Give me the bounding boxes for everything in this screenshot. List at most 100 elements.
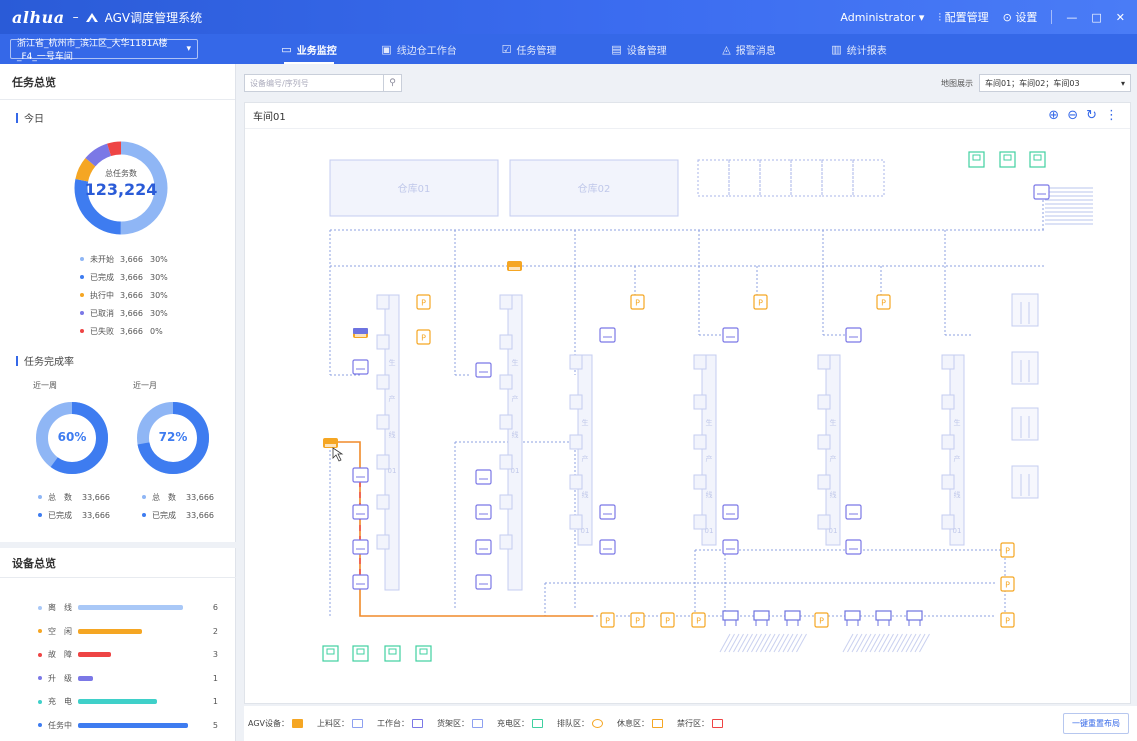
- shelf-area-icon[interactable]: [844, 610, 861, 621]
- workbench-icon[interactable]: [845, 504, 862, 520]
- shelf-char: 01: [581, 527, 590, 535]
- search-icon[interactable]: ⚲: [383, 75, 401, 91]
- path-line: [874, 633, 885, 653]
- rest-area-icon-glyph: P: [1005, 581, 1010, 590]
- rest-area-icon-glyph: P: [421, 299, 426, 308]
- completion-rate-title: 任务完成率: [0, 353, 74, 368]
- shelf-area-icon[interactable]: [722, 610, 739, 621]
- app-name: AGV调度管理系统: [104, 10, 203, 25]
- legend-dot: [38, 629, 42, 634]
- device-status-row: 升 级 1: [38, 667, 218, 691]
- zoom-in-icon[interactable]: ⊕: [1048, 108, 1059, 123]
- search-input[interactable]: 设备编号/序列号: [250, 78, 309, 89]
- status-count: 3,666: [120, 326, 143, 336]
- shelf-area-icon[interactable]: [753, 610, 770, 621]
- workbench-icon[interactable]: [352, 574, 369, 590]
- config-button[interactable]: ⫶ 配置管理: [938, 9, 988, 25]
- tab-chart[interactable]: ▥ 统计报表: [804, 34, 914, 64]
- tab-workstation[interactable]: ▣ 线边仓工作台: [364, 34, 474, 64]
- workbench-icon[interactable]: [845, 539, 862, 555]
- chevron-down-icon: ▾: [186, 44, 191, 54]
- map-select[interactable]: 车间01；车间02；车间03 ▾: [979, 74, 1131, 92]
- tab-task[interactable]: ☑ 任务管理: [474, 34, 584, 64]
- device-status-label: 故 障: [48, 650, 72, 660]
- status-pct: 0%: [150, 326, 163, 336]
- device-status-label: 空 闲: [48, 626, 72, 636]
- elevator-icon: [1011, 465, 1039, 499]
- legend-label: 禁行区：: [677, 719, 710, 728]
- status-label: 已失败: [90, 326, 114, 336]
- zoom-out-icon[interactable]: ⊖: [1067, 108, 1078, 123]
- workbench-icon[interactable]: [475, 539, 492, 555]
- tab-device[interactable]: ▤ 设备管理: [584, 34, 694, 64]
- more-icon[interactable]: ⋮: [1105, 108, 1118, 123]
- refresh-icon[interactable]: ↻: [1086, 108, 1097, 123]
- workbench-icon[interactable]: [352, 359, 369, 375]
- shelf-slot: [499, 374, 513, 390]
- workbench-icon[interactable]: [845, 327, 862, 343]
- workbench-icon[interactable]: [599, 504, 616, 520]
- workbench-icon[interactable]: [352, 467, 369, 483]
- legend-item: 排队区：: [557, 718, 604, 729]
- shelf-area-icon[interactable]: [784, 610, 801, 621]
- device-status-label: 任务中: [48, 720, 72, 730]
- device-status-count: 6: [212, 603, 218, 613]
- workbench-icon[interactable]: [475, 362, 492, 378]
- device-status-fill: [78, 652, 111, 658]
- shelf-area-icon[interactable]: [875, 610, 892, 621]
- minimize-icon[interactable]: —: [1066, 11, 1077, 24]
- legend-label: AGV设备：: [248, 719, 290, 728]
- workbench-icon[interactable]: [475, 504, 492, 520]
- workbench-icon[interactable]: [722, 539, 739, 555]
- shelf-slot: [499, 494, 513, 510]
- device-search[interactable]: 设备编号/序列号 ⚲: [244, 74, 402, 92]
- maximize-icon[interactable]: □: [1091, 11, 1101, 24]
- legend-dot: [38, 652, 42, 657]
- workbench-icon[interactable]: [475, 574, 492, 590]
- shelf-slot: [376, 294, 390, 310]
- map-display-label: 地图展示: [941, 78, 973, 88]
- total-task-value: 123,224: [84, 180, 158, 199]
- title-separator: –: [72, 10, 79, 24]
- workbench-icon[interactable]: [722, 327, 739, 343]
- tab-label: 任务管理: [516, 45, 557, 57]
- path-line: [769, 633, 780, 653]
- device-status-bar: [78, 605, 188, 611]
- workbench-icon[interactable]: [599, 539, 616, 555]
- stat-value: 33,666: [82, 510, 110, 520]
- status-label: 已取消: [90, 308, 114, 318]
- task-overview-title: 任务总览: [0, 64, 235, 100]
- elevator-icon: [1011, 407, 1039, 441]
- settings-button[interactable]: ⊙ 设置: [1003, 9, 1038, 25]
- completion-stat: 总 数 33,666: [38, 488, 118, 506]
- site-select[interactable]: 浙江省_杭州市_滨江区_大华1181A楼_F4_一号车间 ▾: [10, 39, 198, 62]
- queue-area-icon: [592, 719, 604, 728]
- shelf-char: 01: [829, 527, 838, 535]
- user-menu[interactable]: Administrator ▾: [840, 11, 924, 24]
- agv-icon: [292, 719, 304, 728]
- path-line: [742, 633, 753, 653]
- workbench-icon[interactable]: [722, 504, 739, 520]
- shelf-char: 产: [512, 394, 519, 403]
- tab-monitor[interactable]: ▭ 业务监控: [254, 34, 364, 64]
- workbench-icon[interactable]: [599, 327, 616, 343]
- shelf-slot: [693, 474, 707, 490]
- rest-area-icon-glyph: P: [758, 299, 763, 308]
- workbench-icon[interactable]: [475, 469, 492, 485]
- shelf-area-icon[interactable]: [906, 610, 923, 621]
- workbench-icon[interactable]: [352, 539, 369, 555]
- rest-area-icon-glyph: P: [1005, 547, 1010, 556]
- rest-area-icon-glyph: P: [421, 334, 426, 343]
- path-line: [751, 633, 762, 653]
- workbench-icon[interactable]: [352, 504, 369, 520]
- map-select-value: 车间01；车间02；车间03: [985, 78, 1080, 88]
- path-line: [737, 633, 749, 653]
- tab-bell[interactable]: ◬ 报警消息: [694, 34, 804, 64]
- legend-dot: [142, 513, 146, 517]
- shelf-char: 生: [512, 358, 519, 367]
- reset-layout-button[interactable]: 一键重置布局: [1063, 713, 1129, 734]
- close-icon[interactable]: ✕: [1116, 11, 1125, 24]
- factory-map[interactable]: 仓库01 仓库02生产线01生产线01生产线01生产线01生产线01生产线01PP…: [245, 130, 1130, 704]
- workbench-icon[interactable]: [1033, 184, 1050, 200]
- rest-area-icon-glyph: P: [635, 617, 640, 626]
